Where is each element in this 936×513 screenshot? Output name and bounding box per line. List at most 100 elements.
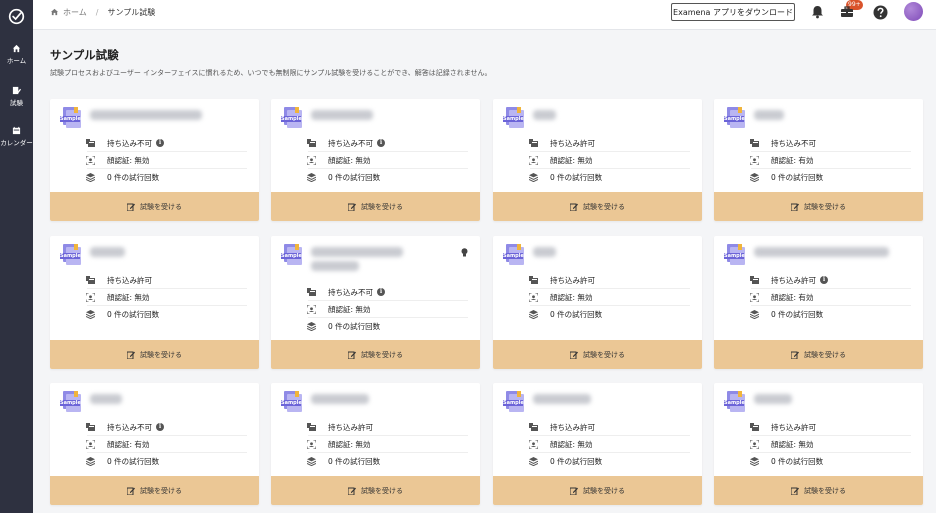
download-app-button[interactable]: Examena アプリをダウンロード [671,3,795,21]
take-exam-label: 試験を受ける [140,202,182,211]
page-title: サンプル試験 [50,48,119,62]
page-description: 試験プロセスおよびユーザー インターフェイスに慣れるため、いつでも無制限にサンプ… [50,69,492,77]
take-exam-button[interactable]: 試験を受ける [50,192,259,221]
book-icon [307,288,316,296]
face-auth-status: 顔認証: 無効 [771,439,814,449]
attempts-row: 0 件の試行回数 [529,453,690,470]
take-exam-button[interactable]: 試験を受ける [50,340,259,369]
take-exam-label: 試験を受ける [583,202,625,211]
exam-name-redacted [311,261,359,271]
face-auth-row: 顔認証: 無効 [529,289,690,306]
sample-icon: Sample [724,391,745,412]
attempts-count: 0 件の試行回数 [107,310,160,319]
carry-in-row: 持ち込み許可 [750,419,911,436]
logo-check-icon [8,8,25,25]
layers-icon [86,457,95,466]
face-auth-status: 顔認証: 無効 [550,155,593,165]
take-exam-label: 試験を受ける [804,350,846,359]
carry-in-row: 持ち込み許可 [86,272,247,289]
carry-in-status: 持ち込み許可 [107,275,152,285]
take-exam-button[interactable]: 試験を受ける [714,476,923,505]
attempts-count: 0 件の試行回数 [771,173,824,182]
exam-card: Sample 持ち込み不可 i 顔認証: 有効 0 件の試行回数 試験を受ける [50,383,259,505]
take-exam-button[interactable]: 試験を受ける [271,340,480,369]
info-icon[interactable]: i [156,139,164,147]
sidebar-item-exam[interactable]: 試験 [0,86,33,122]
face-auth-row: 顔認証: 無効 [307,436,468,453]
exam-card: Sample 持ち込み許可 顔認証: 無効 0 件の試行回数 試験を受ける [714,383,923,505]
sidebar-item-home[interactable]: ホーム [0,44,33,80]
layers-icon [750,310,759,319]
attempts-row: 0 件の試行回数 [307,318,468,335]
lightbulb-icon[interactable] [461,248,468,257]
layers-icon [307,457,316,466]
take-exam-button[interactable]: 試験を受ける [271,192,480,221]
edit-icon [570,487,578,495]
sidebar: ホーム 試験 カレンダー [0,0,33,513]
app-logo[interactable] [0,0,33,33]
sidebar-item-label: ホーム [6,57,27,65]
face-scan-icon [750,440,759,449]
toolbox-button[interactable] [838,3,856,21]
sample-icon: Sample [503,107,524,128]
help-button[interactable] [871,3,889,21]
attempts-count: 0 件の試行回数 [550,310,603,319]
help-icon [873,5,887,19]
book-icon [750,423,759,431]
attempts-row: 0 件の試行回数 [86,169,247,186]
info-icon[interactable]: i [156,423,164,431]
sidebar-item-calendar[interactable]: カレンダー [0,126,33,162]
exam-card: Sample 持ち込み不可 i 顔認証: 無効 0 件の試行回数 試験を受ける [271,236,480,369]
carry-in-row: 持ち込み不可 i [86,419,247,436]
sample-icon: Sample [724,107,745,128]
face-auth-row: 顔認証: 無効 [307,152,468,169]
edit-icon [348,351,356,359]
take-exam-button[interactable]: 試験を受ける [714,340,923,369]
face-auth-status: 顔認証: 無効 [328,155,371,165]
sample-icon: Sample [503,244,524,265]
exam-card: Sample 持ち込み不可 i 顔認証: 無効 0 件の試行回数 試験を受ける [50,99,259,221]
info-icon[interactable]: i [377,139,385,147]
info-icon[interactable]: i [377,288,385,296]
take-exam-button[interactable]: 試験を受ける [714,192,923,221]
edit-icon [570,203,578,211]
avatar[interactable] [904,2,923,21]
breadcrumb-home[interactable]: ホーム [50,7,87,18]
calendar-icon [12,126,21,135]
carry-in-row: 持ち込み許可 i [750,272,911,289]
sample-icon: Sample [503,391,524,412]
face-auth-status: 顔認証: 無効 [107,292,150,302]
face-auth-row: 顔認証: 無効 [86,152,247,169]
breadcrumb-home-label: ホーム [63,7,87,17]
carry-in-status: 持ち込み許可 [550,138,595,148]
take-exam-button[interactable]: 試験を受ける [493,476,702,505]
carry-in-status: 持ち込み不可 [328,138,373,148]
exam-card: Sample 持ち込み許可 i 顔認証: 有効 0 件の試行回数 試験を受ける [714,236,923,369]
carry-in-status: 持ち込み許可 [550,422,595,432]
take-exam-button[interactable]: 試験を受ける [271,476,480,505]
attempts-row: 0 件の試行回数 [529,306,690,323]
attempts-row: 0 件の試行回数 [86,453,247,470]
carry-in-status: 持ち込み許可 [771,422,816,432]
take-exam-button[interactable]: 試験を受ける [50,476,259,505]
carry-in-status: 持ち込み許可 [771,275,816,285]
breadcrumb: ホーム / サンプル試験 [50,0,155,24]
carry-in-row: 持ち込み許可 [307,419,468,436]
sample-icon: Sample [281,107,302,128]
info-icon[interactable]: i [820,276,828,284]
face-scan-icon [86,440,95,449]
take-exam-button[interactable]: 試験を受ける [493,192,702,221]
face-auth-row: 顔認証: 有効 [750,289,911,306]
breadcrumb-separator: / [95,7,99,17]
edit-icon [791,203,799,211]
exam-card-header: Sample [281,107,471,137]
notifications-button[interactable] [808,3,826,21]
exam-name-redacted [533,247,556,257]
edit-icon [570,351,578,359]
take-exam-button[interactable]: 試験を受ける [493,340,702,369]
book-icon [529,423,538,431]
face-scan-icon [307,440,316,449]
attempts-count: 0 件の試行回数 [328,322,381,331]
face-auth-row: 顔認証: 無効 [529,436,690,453]
carry-in-row: 持ち込み許可 [529,135,690,152]
